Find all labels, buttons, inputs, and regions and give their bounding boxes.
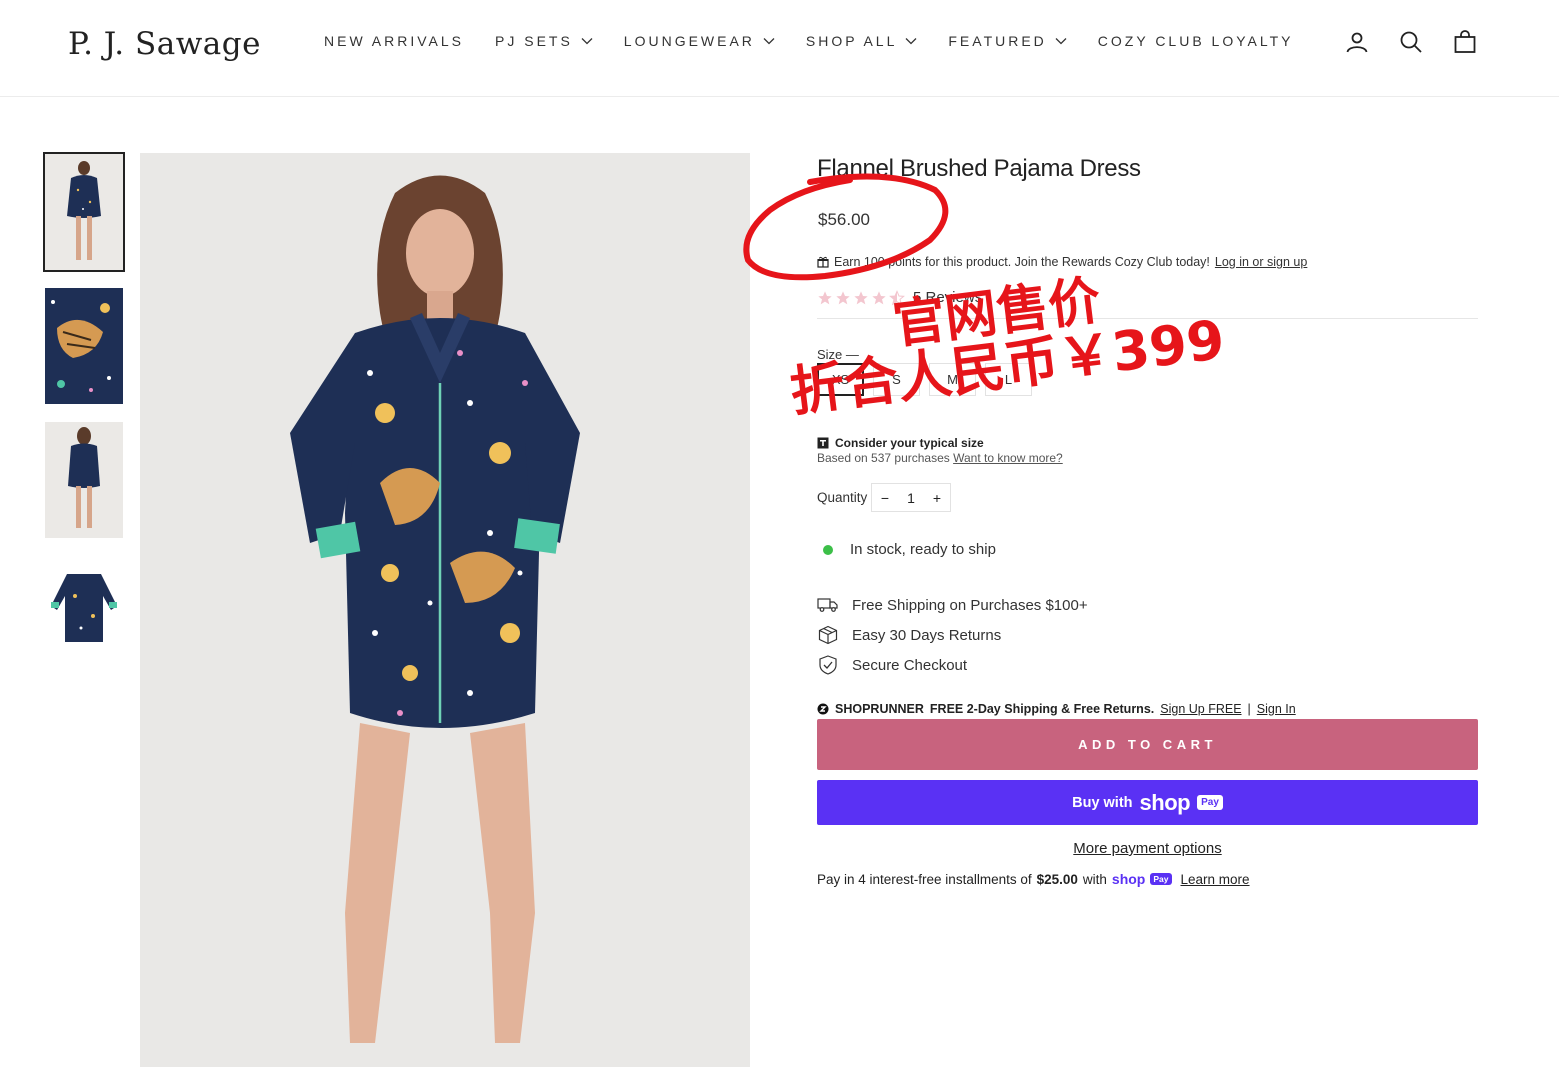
nav-loungewear[interactable]: LOUNGEWEAR	[624, 33, 775, 49]
feature-free-shipping: Free Shipping on Purchases $100+	[817, 590, 1088, 620]
rewards-text: Earn 100 points for this product. Join t…	[834, 255, 1210, 269]
cart-icon[interactable]	[1452, 28, 1478, 56]
fit-title: Consider your typical size	[835, 436, 984, 450]
star-icon	[818, 290, 832, 304]
star-icon	[872, 290, 886, 304]
thumbnail-print-detail[interactable]	[45, 288, 123, 404]
shoprunner-signup-link[interactable]: Sign Up FREE	[1160, 702, 1241, 716]
installments-line: Pay in 4 interest-free installments of $…	[817, 871, 1250, 887]
nav-featured[interactable]: FEATURED	[948, 33, 1067, 49]
fit-advice: Consider your typical size	[817, 436, 984, 450]
shield-icon	[817, 654, 839, 676]
fit-subtext: Based on 537 purchases Want to know more…	[817, 451, 1063, 465]
size-option-s[interactable]: S	[873, 363, 920, 396]
in-stock-dot-icon	[823, 544, 833, 555]
chevron-down-icon	[581, 38, 593, 45]
shoprunner-banner: SHOPRUNNER FREE 2-Day Shipping & Free Re…	[817, 702, 1296, 716]
thumbnail-image	[51, 300, 111, 392]
installments-with: with	[1082, 871, 1107, 887]
truck-icon	[817, 594, 839, 616]
chevron-down-icon	[1055, 38, 1067, 45]
annotation-line-1: 官网售价	[890, 270, 1104, 356]
nav-label: COZY CLUB LOYALTY	[1097, 33, 1294, 49]
fit-learn-link[interactable]: Want to know more?	[953, 451, 1063, 465]
feature-returns: Easy 30 Days Returns	[817, 620, 1088, 650]
thumbnail-back[interactable]	[45, 422, 123, 538]
product-title: Flannel Brushed Pajama Dress	[817, 155, 1141, 182]
quantity-stepper: − 1 +	[871, 483, 951, 512]
shop-pay-buy-with: Buy with	[1072, 794, 1133, 811]
size-option-xs[interactable]: XS	[817, 363, 864, 396]
size-selector: XS S M L	[817, 363, 1032, 396]
installments-amount: $25.00	[1036, 871, 1078, 887]
nav-cozy-club-loyalty[interactable]: COZY CLUB LOYALTY	[1098, 33, 1294, 49]
feature-list: Free Shipping on Purchases $100+ Easy 30…	[817, 590, 1088, 680]
feature-label: Easy 30 Days Returns	[852, 626, 1002, 644]
size-option-m[interactable]: M	[929, 363, 976, 396]
rewards-login-link[interactable]: Log in or sign up	[1215, 255, 1307, 269]
thumbnail-image	[68, 427, 100, 528]
site-logo[interactable]: P. J. Sawage	[68, 26, 261, 62]
quantity-decrement-button[interactable]: −	[872, 490, 898, 506]
shop-pay-wordmark: shop	[1139, 789, 1191, 815]
nav-new-arrivals[interactable]: NEW ARRIVALS	[324, 33, 464, 49]
star-icon	[854, 290, 868, 304]
account-icon[interactable]	[1344, 28, 1370, 56]
search-icon[interactable]	[1398, 28, 1424, 56]
stock-status: In stock, ready to ship	[823, 541, 996, 558]
thumbnail-flat-lay[interactable]	[45, 556, 123, 672]
nav-pj-sets[interactable]: PJ SETS	[495, 33, 593, 49]
divider	[817, 318, 1478, 319]
nav-label: PJ SETS	[495, 33, 573, 49]
model-illustration	[290, 175, 580, 1043]
nav-label: NEW ARRIVALS	[324, 33, 464, 49]
gift-icon	[817, 256, 829, 268]
thumbnail-image	[51, 574, 117, 642]
more-payment-options-link[interactable]: More payment options	[817, 840, 1478, 857]
chevron-down-icon	[905, 38, 917, 45]
header-actions	[1344, 28, 1478, 56]
nav-label: FEATURED	[948, 33, 1047, 49]
product-price: $56.00	[818, 210, 870, 229]
installments-text: Pay in 4 interest-free installments of	[817, 871, 1032, 887]
star-icon	[836, 290, 850, 304]
add-to-cart-button[interactable]: ADD TO CART	[817, 719, 1478, 770]
feature-label: Secure Checkout	[852, 656, 968, 674]
box-icon	[817, 624, 839, 646]
shoprunner-separator: |	[1247, 702, 1251, 716]
main-nav: NEW ARRIVALS PJ SETS LOUNGEWEAR SHOP ALL…	[324, 33, 1294, 49]
installments-learn-more-link[interactable]: Learn more	[1181, 872, 1250, 887]
site-header: P. J. Sawage NEW ARRIVALS PJ SETS LOUNGE…	[0, 0, 1559, 97]
reviews-summary[interactable]: 5 Reviews	[817, 289, 982, 306]
installments-pay-pill: Pay	[1150, 873, 1172, 885]
shoprunner-brand: SHOPRUNNER	[835, 702, 924, 716]
thumbnail-front[interactable]	[43, 152, 125, 272]
review-count: 5 Reviews	[913, 289, 983, 306]
quantity-label: Quantity	[817, 490, 868, 505]
product-main-image[interactable]	[140, 153, 750, 1067]
feature-secure-checkout: Secure Checkout	[817, 650, 1088, 680]
quantity-increment-button[interactable]: +	[924, 490, 950, 506]
shoprunner-offer: FREE 2-Day Shipping & Free Returns.	[929, 702, 1155, 716]
shoprunner-signin-link[interactable]: Sign In	[1257, 702, 1296, 716]
quantity-input[interactable]: 1	[898, 490, 924, 506]
thumbnail-image	[67, 161, 101, 260]
fit-purchases: Based on 537 purchases	[817, 451, 950, 465]
size-option-l[interactable]: L	[985, 363, 1032, 396]
nav-label: SHOP ALL	[805, 33, 898, 49]
feature-label: Free Shipping on Purchases $100+	[852, 596, 1088, 614]
shoprunner-logo-icon	[817, 703, 829, 715]
installments-shop-wordmark: shop	[1111, 871, 1146, 887]
star-half-icon	[889, 289, 905, 305]
stock-text: In stock, ready to ship	[850, 541, 996, 558]
shop-pay-button[interactable]: Buy with shop Pay	[817, 780, 1478, 825]
shop-pay-pill: Pay	[1197, 795, 1223, 810]
chevron-down-icon	[763, 38, 775, 45]
rewards-line: Earn 100 points for this product. Join t…	[817, 255, 1307, 269]
size-label: Size —	[817, 347, 859, 362]
rating-stars	[817, 289, 905, 306]
ruler-icon	[817, 437, 829, 449]
nav-shop-all[interactable]: SHOP ALL	[806, 33, 917, 49]
nav-label: LOUNGEWEAR	[623, 33, 755, 49]
